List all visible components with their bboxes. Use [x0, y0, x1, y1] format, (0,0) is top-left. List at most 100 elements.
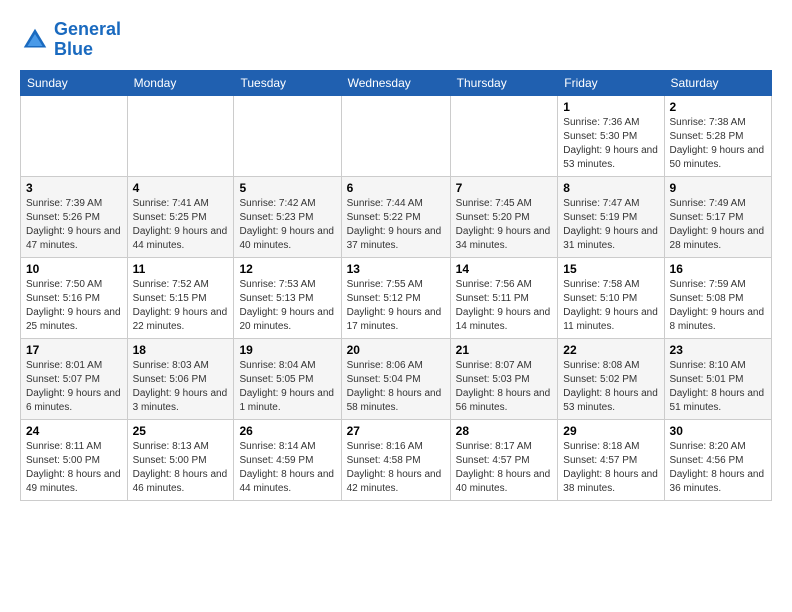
day-number: 23 [670, 343, 766, 357]
day-info: Sunrise: 7:41 AM Sunset: 5:25 PM Dayligh… [133, 197, 229, 253]
calendar-cell: 8 Sunrise: 7:47 AM Sunset: 5:19 PM Daylig… [558, 176, 664, 257]
calendar-cell: 14Sunrise: 7:56 AM Sunset: 5:11 PM Dayli… [450, 257, 558, 338]
day-info: Sunrise: 7:56 AM Sunset: 5:11 PM Dayligh… [456, 278, 553, 334]
calendar-cell: 27 Sunrise: 8:16 AM Sunset: 4:58 PM Dayli… [341, 419, 450, 500]
calendar-cell: 10Sunrise: 7:50 AM Sunset: 5:16 PM Dayli… [21, 257, 128, 338]
calendar-cell: 12 Sunrise: 7:53 AM Sunset: 5:13 PM Dayli… [234, 257, 341, 338]
day-info: Sunrise: 7:53 AM Sunset: 5:13 PM Dayligh… [239, 278, 335, 334]
calendar-cell: 16Sunrise: 7:59 AM Sunset: 5:08 PM Dayli… [664, 257, 771, 338]
day-info: Sunrise: 8:04 AM Sunset: 5:05 PM Dayligh… [239, 359, 335, 415]
calendar-cell: 23 Sunrise: 8:10 AM Sunset: 5:01 PM Dayli… [664, 338, 771, 419]
day-number: 21 [456, 343, 553, 357]
calendar-cell: 5 Sunrise: 7:42 AM Sunset: 5:23 PM Daylig… [234, 176, 341, 257]
calendar-cell: 24 Sunrise: 8:11 AM Sunset: 5:00 PM Dayli… [21, 419, 128, 500]
calendar-week-row: 3 Sunrise: 7:39 AM Sunset: 5:26 PM Daylig… [21, 176, 772, 257]
calendar-cell: 9 Sunrise: 7:49 AM Sunset: 5:17 PM Daylig… [664, 176, 771, 257]
day-info: Sunrise: 8:08 AM Sunset: 5:02 PM Dayligh… [563, 359, 658, 415]
day-number: 4 [133, 181, 229, 195]
calendar-cell: 15 Sunrise: 7:58 AM Sunset: 5:10 PM Dayli… [558, 257, 664, 338]
logo-text: General Blue [54, 20, 121, 60]
calendar-cell: 11 Sunrise: 7:52 AM Sunset: 5:15 PM Dayli… [127, 257, 234, 338]
day-info: Sunrise: 7:49 AM Sunset: 5:17 PM Dayligh… [670, 197, 766, 253]
day-info: Sunrise: 7:47 AM Sunset: 5:19 PM Dayligh… [563, 197, 658, 253]
day-header-friday: Friday [558, 70, 664, 95]
calendar-cell: 1 Sunrise: 7:36 AM Sunset: 5:30 PM Daylig… [558, 95, 664, 176]
calendar-cell: 17Sunrise: 8:01 AM Sunset: 5:07 PM Dayli… [21, 338, 128, 419]
day-info: Sunrise: 8:16 AM Sunset: 4:58 PM Dayligh… [347, 440, 445, 496]
day-number: 2 [670, 100, 766, 114]
day-header-monday: Monday [127, 70, 234, 95]
day-header-sunday: Sunday [21, 70, 128, 95]
calendar-cell: 29Sunrise: 8:18 AM Sunset: 4:57 PM Dayli… [558, 419, 664, 500]
calendar-cell [341, 95, 450, 176]
calendar-week-row: 17Sunrise: 8:01 AM Sunset: 5:07 PM Dayli… [21, 338, 772, 419]
day-info: Sunrise: 7:58 AM Sunset: 5:10 PM Dayligh… [563, 278, 658, 334]
day-number: 15 [563, 262, 658, 276]
day-header-tuesday: Tuesday [234, 70, 341, 95]
day-number: 26 [239, 424, 335, 438]
day-info: Sunrise: 8:17 AM Sunset: 4:57 PM Dayligh… [456, 440, 553, 496]
day-number: 30 [670, 424, 766, 438]
day-number: 28 [456, 424, 553, 438]
calendar-cell: 7 Sunrise: 7:45 AM Sunset: 5:20 PM Daylig… [450, 176, 558, 257]
day-info: Sunrise: 7:38 AM Sunset: 5:28 PM Dayligh… [670, 116, 766, 172]
day-info: Sunrise: 8:10 AM Sunset: 5:01 PM Dayligh… [670, 359, 766, 415]
day-info: Sunrise: 7:44 AM Sunset: 5:22 PM Dayligh… [347, 197, 445, 253]
calendar-cell: 3 Sunrise: 7:39 AM Sunset: 5:26 PM Daylig… [21, 176, 128, 257]
day-info: Sunrise: 8:07 AM Sunset: 5:03 PM Dayligh… [456, 359, 553, 415]
day-header-wednesday: Wednesday [341, 70, 450, 95]
day-info: Sunrise: 8:03 AM Sunset: 5:06 PM Dayligh… [133, 359, 229, 415]
day-number: 12 [239, 262, 335, 276]
day-info: Sunrise: 7:39 AM Sunset: 5:26 PM Dayligh… [26, 197, 122, 253]
calendar-table: SundayMondayTuesdayWednesdayThursdayFrid… [20, 70, 772, 501]
day-number: 11 [133, 262, 229, 276]
day-info: Sunrise: 8:01 AM Sunset: 5:07 PM Dayligh… [26, 359, 122, 415]
calendar-week-row: 10Sunrise: 7:50 AM Sunset: 5:16 PM Dayli… [21, 257, 772, 338]
logo-icon [20, 25, 50, 55]
day-info: Sunrise: 8:13 AM Sunset: 5:00 PM Dayligh… [133, 440, 229, 496]
day-number: 3 [26, 181, 122, 195]
calendar-cell: 26 Sunrise: 8:14 AM Sunset: 4:59 PM Dayli… [234, 419, 341, 500]
day-header-thursday: Thursday [450, 70, 558, 95]
calendar-cell [127, 95, 234, 176]
calendar-cell [234, 95, 341, 176]
day-number: 13 [347, 262, 445, 276]
day-number: 5 [239, 181, 335, 195]
calendar-week-row: 1 Sunrise: 7:36 AM Sunset: 5:30 PM Daylig… [21, 95, 772, 176]
calendar-cell: 25 Sunrise: 8:13 AM Sunset: 5:00 PM Dayli… [127, 419, 234, 500]
day-number: 22 [563, 343, 658, 357]
day-number: 6 [347, 181, 445, 195]
calendar-week-row: 24 Sunrise: 8:11 AM Sunset: 5:00 PM Dayli… [21, 419, 772, 500]
day-info: Sunrise: 7:45 AM Sunset: 5:20 PM Dayligh… [456, 197, 553, 253]
calendar-cell: 28 Sunrise: 8:17 AM Sunset: 4:57 PM Dayli… [450, 419, 558, 500]
day-info: Sunrise: 7:52 AM Sunset: 5:15 PM Dayligh… [133, 278, 229, 334]
day-info: Sunrise: 8:14 AM Sunset: 4:59 PM Dayligh… [239, 440, 335, 496]
calendar-cell [21, 95, 128, 176]
calendar-cell: 19 Sunrise: 8:04 AM Sunset: 5:05 PM Dayli… [234, 338, 341, 419]
day-number: 1 [563, 100, 658, 114]
calendar-cell: 20 Sunrise: 8:06 AM Sunset: 5:04 PM Dayli… [341, 338, 450, 419]
day-number: 9 [670, 181, 766, 195]
logo: General Blue [20, 20, 121, 60]
calendar-cell: 22 Sunrise: 8:08 AM Sunset: 5:02 PM Dayli… [558, 338, 664, 419]
day-number: 18 [133, 343, 229, 357]
day-info: Sunrise: 8:11 AM Sunset: 5:00 PM Dayligh… [26, 440, 122, 496]
day-info: Sunrise: 8:18 AM Sunset: 4:57 PM Dayligh… [563, 440, 658, 496]
day-number: 25 [133, 424, 229, 438]
calendar-cell: 13Sunrise: 7:55 AM Sunset: 5:12 PM Dayli… [341, 257, 450, 338]
day-number: 27 [347, 424, 445, 438]
calendar-cell [450, 95, 558, 176]
calendar-cell: 18 Sunrise: 8:03 AM Sunset: 5:06 PM Dayli… [127, 338, 234, 419]
day-info: Sunrise: 7:36 AM Sunset: 5:30 PM Dayligh… [563, 116, 658, 172]
day-number: 16 [670, 262, 766, 276]
day-number: 8 [563, 181, 658, 195]
calendar-cell: 21 Sunrise: 8:07 AM Sunset: 5:03 PM Dayli… [450, 338, 558, 419]
day-info: Sunrise: 8:06 AM Sunset: 5:04 PM Dayligh… [347, 359, 445, 415]
day-info: Sunrise: 7:50 AM Sunset: 5:16 PM Dayligh… [26, 278, 122, 334]
day-number: 19 [239, 343, 335, 357]
day-number: 24 [26, 424, 122, 438]
day-number: 20 [347, 343, 445, 357]
day-header-saturday: Saturday [664, 70, 771, 95]
day-number: 7 [456, 181, 553, 195]
day-info: Sunrise: 7:42 AM Sunset: 5:23 PM Dayligh… [239, 197, 335, 253]
